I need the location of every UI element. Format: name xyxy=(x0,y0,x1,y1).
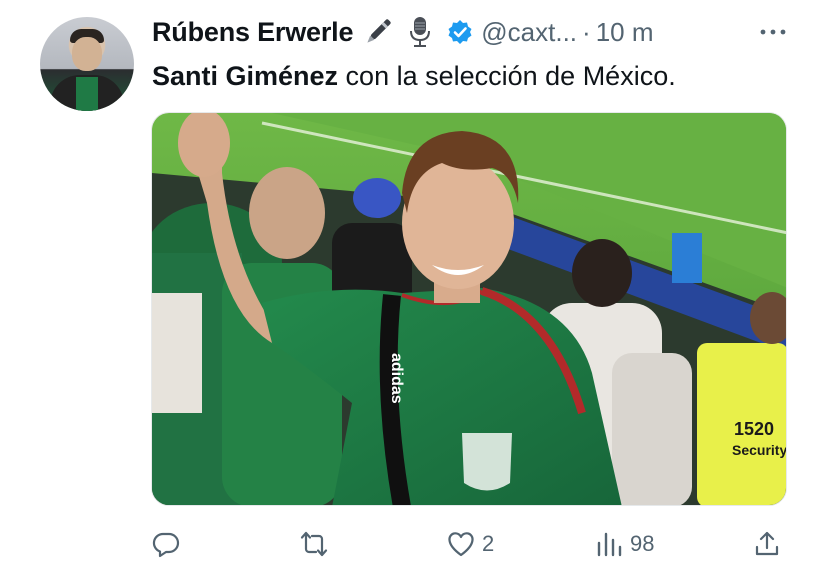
vest-number: 1520 xyxy=(734,419,774,439)
more-options-button[interactable] xyxy=(757,20,789,44)
microphone-icon xyxy=(403,15,437,49)
tweet-actions-bar: 2 98 xyxy=(151,524,787,564)
tweet-header: Rúbens Erwerle @caxt... · 10 m xyxy=(152,12,654,52)
share-icon xyxy=(755,531,779,556)
like-button[interactable]: 2 xyxy=(446,524,494,564)
retweet-icon xyxy=(300,531,328,557)
tweet-text-mention: Santi Giménez xyxy=(152,61,339,91)
author-display-name[interactable]: Rúbens Erwerle xyxy=(152,17,353,48)
separator-dot: · xyxy=(582,16,591,47)
reply-icon xyxy=(152,532,180,558)
like-count: 2 xyxy=(482,531,495,556)
pen-icon xyxy=(361,15,395,49)
author-avatar[interactable] xyxy=(40,17,134,111)
share-button[interactable] xyxy=(752,524,782,564)
views-button[interactable]: 98 xyxy=(594,524,654,564)
tweet-text: Santi Giménez con la selección de México… xyxy=(152,58,676,94)
views-chart-icon xyxy=(597,532,622,557)
author-handle[interactable]: @caxt... xyxy=(481,17,577,48)
view-count: 98 xyxy=(630,531,655,556)
reply-button[interactable] xyxy=(151,524,187,564)
verified-badge-icon xyxy=(447,19,473,45)
vest-label: Security xyxy=(732,442,787,458)
retweet-button[interactable] xyxy=(299,524,335,564)
ellipsis-icon xyxy=(760,29,786,35)
heart-icon xyxy=(448,532,474,557)
tweet-photo[interactable]: 1520 Security adidas xyxy=(151,112,787,506)
tweet-timestamp[interactable]: 10 m xyxy=(596,17,654,48)
lanyard-wordmark: adidas xyxy=(388,353,405,404)
tweet-text-body: con la selección de México. xyxy=(338,61,676,91)
